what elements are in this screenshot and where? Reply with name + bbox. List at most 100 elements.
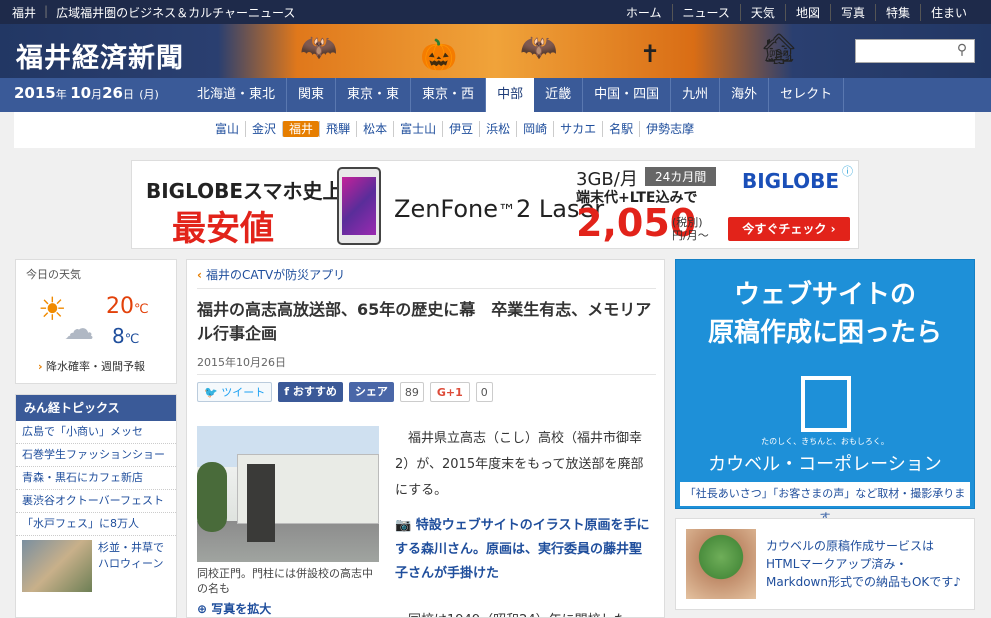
top-bar: 福井 | 広域福井圏のビジネス＆カルチャーニュース ホーム ニュース 天気 地図… — [0, 0, 991, 24]
bat-icon: 🦇 — [300, 30, 338, 65]
bat-icon: 🦇 — [520, 30, 558, 65]
banner-line2: 原稿作成に困ったら — [707, 318, 942, 348]
region-tab-chubu[interactable]: 中部 — [486, 78, 535, 112]
topic-thumbnail — [22, 540, 92, 592]
region-tab-kanto[interactable]: 関東 — [287, 78, 337, 112]
banner-corp: カウベル・コーポレーション — [708, 454, 942, 475]
region-tab-kinki[interactable]: 近畿 — [534, 78, 584, 112]
banner-footer: 「社長あいさつ」「お客さまの声」など取材・撮影承ります — [680, 482, 970, 524]
divider — [197, 374, 656, 375]
search-input[interactable] — [859, 42, 955, 62]
search-icon[interactable]: ⚲ — [953, 42, 971, 60]
region-tab-chugoku-shikoku[interactable]: 中国・四国 — [583, 78, 672, 112]
article-panel: ‹ 福井のCATVが防災アプリ 福井の高志高放送部、65年の歴史に幕 卒業生有志、… — [186, 259, 665, 618]
topic-item[interactable]: 石巻学生ファッションショー — [16, 444, 176, 467]
city-tab-kanazawa[interactable]: 金沢 — [245, 121, 282, 137]
biglobe-ad-banner[interactable]: BIGLOBEスマホ史上 最安値 ZenFone™2 Laser 3GB/月 2… — [131, 160, 859, 249]
cowbell-promo[interactable]: カウベルの原稿作成サービスはHTMLマークアップ済み・Markdown形式での納… — [675, 518, 975, 610]
city-tab-sakae[interactable]: サカエ — [553, 121, 602, 137]
top-bar-left: 福井 | 広域福井圏のビジネス＆カルチャーニュース — [12, 4, 295, 21]
banner-slogan: たのしく、きちんと、おもしろく。 — [761, 437, 889, 446]
top-nav-home[interactable]: ホーム — [616, 4, 672, 21]
ad-lowest-price: 最安値 — [172, 209, 274, 249]
city-tab-hida[interactable]: 飛騨 — [319, 121, 356, 137]
site-short-link[interactable]: 福井 — [12, 4, 36, 21]
facebook-share-button[interactable]: シェア — [348, 382, 394, 402]
topic-thumb-label: 杉並・井草でハロウィーン — [98, 541, 164, 570]
topic-item[interactable]: 裏渋谷オクトーバーフェスト — [16, 490, 176, 513]
article-photo[interactable] — [197, 426, 379, 562]
city-tab-okazaki[interactable]: 岡崎 — [516, 121, 553, 137]
related-article-link[interactable]: ‹ 福井のCATVが防災アプリ — [197, 266, 345, 283]
city-tab-hamamatsu[interactable]: 浜松 — [479, 121, 516, 137]
topic-item[interactable]: 「水戸フェス」に8万人 — [16, 513, 176, 536]
site-tagline: 広域福井圏のビジネス＆カルチャーニュース — [56, 6, 296, 20]
site-logo[interactable]: 福井経済新聞 — [16, 36, 184, 75]
city-tab-iseshima[interactable]: 伊勢志摩 — [639, 121, 700, 137]
zoom-icon: ⊕ — [197, 602, 208, 616]
top-nav-news[interactable]: ニュース — [671, 4, 740, 21]
region-tab-kyushu[interactable]: 九州 — [671, 78, 721, 112]
facebook-recommend-button[interactable]: f おすすめ — [278, 382, 343, 402]
city-tab-matsumoto[interactable]: 松本 — [356, 121, 393, 137]
cowbell-logo-icon — [801, 376, 851, 432]
promo-text: カウベルの原稿作成サービスはHTMLマークアップ済み・Markdown形式での納… — [766, 539, 961, 589]
ad-cta-button[interactable]: 今すぐチェック › — [728, 217, 850, 241]
share-buttons: 🐦 ツイート f おすすめ シェア 89 G+1 0 — [197, 382, 493, 402]
frog-mascot-image — [686, 529, 756, 599]
region-tab-tokyo-east[interactable]: 東京・東 — [336, 78, 412, 112]
facebook-count: 89 — [399, 382, 424, 402]
topic-item[interactable]: 青森・黒石にカフェ新店 — [16, 467, 176, 490]
city-tab-meieki[interactable]: 名駅 — [602, 121, 639, 137]
pumpkin-icon: 🎃 — [420, 38, 458, 73]
city-tab-fujisan[interactable]: 富士山 — [393, 121, 442, 137]
adchoices-icon[interactable]: ⓘ — [842, 163, 856, 178]
topic-thumb-item[interactable]: 杉並・井草でハロウィーン — [16, 536, 176, 596]
top-nav-housing[interactable]: 住まい — [919, 4, 977, 21]
gplus-button[interactable]: G+1 — [429, 382, 470, 402]
cloud-icon: ☁ — [64, 312, 94, 347]
date-year: 2015 — [14, 84, 56, 102]
search-box[interactable]: ⚲ — [855, 39, 975, 63]
top-nav-map[interactable]: 地図 — [784, 4, 830, 21]
city-nav: 富山 金沢 福井 飛騨 松本 富士山 伊豆 浜松 岡崎 サカエ 名駅 伊勢志摩 — [14, 112, 975, 148]
ad-model: ZenFone™2 Laser — [394, 195, 605, 223]
top-nav-weather[interactable]: 天気 — [739, 4, 785, 21]
topic-item[interactable]: 広島で「小商い」メッセ — [16, 421, 176, 444]
region-tab-hokkaido-tohoku[interactable]: 北海道・東北 — [186, 78, 288, 112]
article-paragraph: 福井県立高志（こし）高校（福井市御幸2）が、2015年度末をもって放送部を廃部に… — [395, 431, 644, 498]
region-tab-overseas[interactable]: 海外 — [720, 78, 770, 112]
zoom-photo-link[interactable]: ⊕ 写真を拡大 — [197, 600, 271, 617]
tweet-button[interactable]: 🐦 ツイート — [197, 382, 273, 402]
top-nav-photo[interactable]: 写真 — [829, 4, 875, 21]
ad-months-badge: 24カ月間 — [645, 167, 717, 186]
haunted-house-icon: 🏚 — [760, 32, 799, 67]
camera-icon: 📷 — [395, 518, 412, 533]
date-day: 26 — [102, 84, 123, 102]
banner-line1: ウェブサイトの — [733, 280, 916, 310]
divider — [197, 288, 656, 289]
city-tabs: 富山 金沢 福井 飛騨 松本 富士山 伊豆 浜松 岡崎 サカエ 名駅 伊勢志摩 — [209, 121, 700, 137]
weather-title: 今日の天気 — [26, 268, 81, 281]
smartphone-image — [337, 167, 381, 245]
sun-icon: ☀ — [38, 290, 67, 328]
top-nav-feature[interactable]: 特集 — [874, 4, 920, 21]
cowbell-ad-banner[interactable]: ウェブサイトの 原稿作成に困ったら たのしく、きちんと、おもしろく。 カウベル・… — [675, 259, 975, 524]
photo-note-link[interactable]: 📷 特設ウェブサイトのイラスト原画を手にする森川さん。原画は、実行委員の藤井聖子… — [395, 514, 653, 586]
city-tab-fukui[interactable]: 福井 — [282, 121, 320, 137]
biglobe-logo: BIGLOBE — [742, 169, 840, 193]
weather-widget: 今日の天気 ☀ ☁ 20℃ 8℃ › 降水確率・週間予報 — [15, 259, 177, 384]
weather-forecast-link[interactable]: › 降水確率・週間予報 — [38, 358, 145, 374]
topics-title: みん経トピックス — [16, 395, 176, 421]
city-tab-izu[interactable]: 伊豆 — [442, 121, 479, 137]
weather-high: 20℃ — [106, 294, 149, 319]
city-tab-toyama[interactable]: 富山 — [209, 121, 245, 137]
top-nav: ホーム ニュース 天気 地図 写真 特集 住まい — [616, 4, 977, 21]
ad-tax-note: (税別) 円/月〜 — [672, 216, 709, 242]
region-tab-select[interactable]: セレクト — [769, 78, 845, 112]
region-tab-tokyo-west[interactable]: 東京・西 — [411, 78, 487, 112]
date-month: 10 — [70, 84, 92, 102]
gplus-count: 0 — [475, 382, 493, 402]
separator: | — [44, 4, 49, 18]
photo-caption: 同校正門。門柱には併設校の高志中の名も — [197, 567, 373, 595]
